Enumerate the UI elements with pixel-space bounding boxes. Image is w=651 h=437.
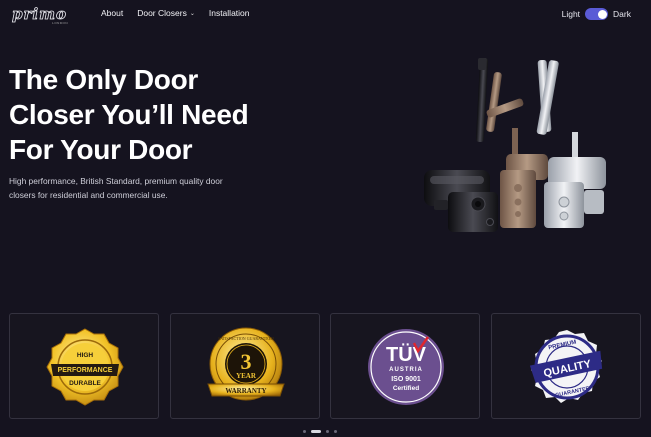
badge-text: HIGH xyxy=(77,352,94,359)
hero-subtitle-line: High performance, British Standard, prem… xyxy=(9,176,223,186)
badge-card-warranty: SATISFACTION GUARANTEED 3 YEAR WARRANTY xyxy=(169,313,320,419)
badge-card-tuv: TÜV AUSTRIA ISO 9001 Certified xyxy=(330,313,480,419)
badge-card-performance: HIGH PERFORMANCE DURABLE xyxy=(9,313,159,419)
carousel-pager xyxy=(303,430,337,433)
nav-item-label: Installation xyxy=(208,8,250,18)
warranty-badge: SATISFACTION GUARANTEED 3 YEAR WARRANTY xyxy=(206,327,285,401)
theme-light-label[interactable]: Light xyxy=(562,9,580,19)
hero-subtitle-line: closers for residential and commercial u… xyxy=(9,189,168,200)
theme-switch[interactable] xyxy=(585,8,609,20)
badge-arc-text: SATISFACTION GUARANTEED xyxy=(217,336,273,341)
hero-title-line: The Only Door xyxy=(9,64,198,95)
navbar: primo LONDON About Door Closers ⌄ Instal… xyxy=(0,0,651,28)
badge-text: 3 xyxy=(240,349,251,374)
chevron-down-icon: ⌄ xyxy=(189,10,195,17)
nav-item-door-closers[interactable]: Door Closers ⌄ xyxy=(137,8,195,18)
theme-switch-knob xyxy=(597,9,607,19)
tuv-austria-badge: TÜV AUSTRIA ISO 9001 Certified xyxy=(368,329,444,405)
hero-title-line: For Your Door xyxy=(9,134,193,165)
hero-title: The Only Door Closer You’ll Need For You… xyxy=(9,62,279,167)
pager-dot[interactable] xyxy=(326,430,329,433)
silver-closer xyxy=(536,59,606,228)
badge-cards: HIGH PERFORMANCE DURABLE SATISFACTION GU… xyxy=(9,313,641,419)
badge-text: PERFORMANCE xyxy=(58,367,113,374)
badge-text: YEAR xyxy=(236,372,257,380)
logo-wordmark: primo xyxy=(12,5,67,23)
badge-text: DURABLE xyxy=(69,380,101,387)
theme-toggle: Light Dark xyxy=(562,8,631,20)
pager-dot-active[interactable] xyxy=(311,430,321,433)
badge-text: AUSTRIA xyxy=(389,367,423,373)
theme-dark-label[interactable]: Dark xyxy=(613,9,631,19)
badge-text: Certified xyxy=(393,385,419,392)
high-performance-badge: HIGH PERFORMANCE DURABLE xyxy=(46,328,124,406)
badge-text: ISO 9001 xyxy=(391,376,421,383)
nav-item-label: Door Closers xyxy=(137,8,187,18)
nav-item-installation[interactable]: Installation xyxy=(209,8,250,18)
badge-text: WARRANTY xyxy=(225,387,266,395)
badge-card-quality: PREMIUM QUALITY GUARANTEE xyxy=(490,313,641,419)
nav-item-about[interactable]: About xyxy=(101,8,123,18)
pager-dot[interactable] xyxy=(334,430,337,433)
door-closers-image xyxy=(424,58,606,232)
premium-quality-stamp: PREMIUM QUALITY GUARANTEE xyxy=(529,330,602,403)
nav-links: About Door Closers ⌄ Installation xyxy=(101,8,264,18)
nav-item-label: About xyxy=(101,8,124,18)
hero-subtitle: High performance, British Standard, prem… xyxy=(9,175,259,202)
brand-logo[interactable]: primo LONDON xyxy=(12,5,74,27)
black-closer xyxy=(424,58,498,232)
logo-subtext: LONDON xyxy=(52,21,68,25)
pager-dot[interactable] xyxy=(303,430,306,433)
hero-title-line: Closer You’ll Need xyxy=(9,99,249,130)
